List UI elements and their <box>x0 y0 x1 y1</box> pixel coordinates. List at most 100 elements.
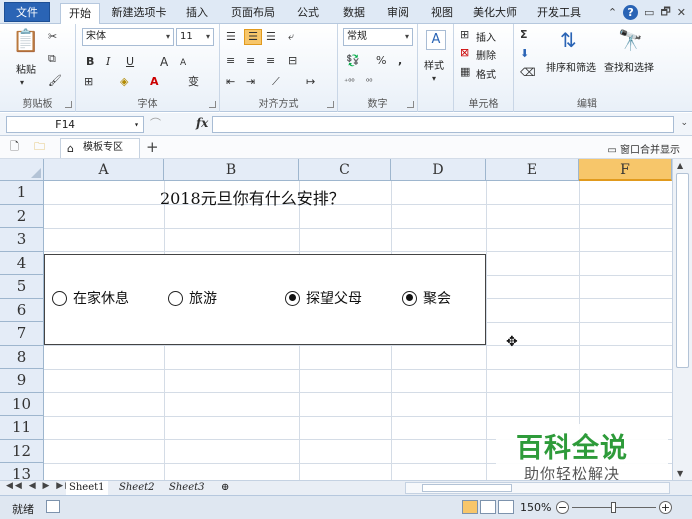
align-middle-icon[interactable]: ☰ <box>244 29 262 45</box>
paste-button[interactable]: 粘贴 <box>16 61 36 76</box>
radio-option-stay-home[interactable]: 在家休息 <box>52 288 129 308</box>
shrink-font-button[interactable]: A <box>180 56 186 70</box>
folder-icon[interactable]: 🗀 <box>34 140 45 154</box>
fill-icon[interactable]: ⬇ <box>520 47 529 61</box>
align-bottom-icon[interactable]: ☰ <box>266 30 276 44</box>
align-center-icon[interactable]: ≡ <box>246 54 255 68</box>
paste-icon[interactable]: 📋 <box>12 28 39 56</box>
insert-cells-icon[interactable]: ⊞ <box>460 28 469 42</box>
tab-file[interactable]: 文件 <box>4 2 50 22</box>
align-right-icon[interactable]: ≡ <box>266 54 275 68</box>
autosum-button[interactable]: Σ <box>520 28 528 42</box>
radio-option-visit-parents[interactable]: 探望父母 <box>285 288 362 308</box>
sheet-tab-3[interactable]: Sheet3 <box>166 481 208 495</box>
page-break-view-button[interactable] <box>498 500 514 514</box>
new-doc-icon[interactable]: 🗋 <box>10 140 19 154</box>
macro-record-icon[interactable] <box>46 500 60 513</box>
percent-button[interactable]: % <box>376 54 386 68</box>
vertical-scroll-thumb[interactable] <box>676 173 689 368</box>
page-layout-view-button[interactable] <box>480 500 496 514</box>
zoom-knob[interactable] <box>611 502 616 513</box>
bold-button[interactable]: B <box>86 55 94 69</box>
align-left-icon[interactable]: ≡ <box>226 54 235 68</box>
vertical-scrollbar[interactable]: ▲ ▼ <box>672 159 692 480</box>
close-icon[interactable]: ✕ <box>677 6 686 19</box>
tab-new[interactable]: 新建选项卡 <box>106 3 172 24</box>
sort-filter-icon[interactable]: ⇅ <box>560 28 577 52</box>
currency-icon[interactable]: 💱 <box>346 54 360 68</box>
minimize-icon[interactable]: ▭ <box>644 6 654 19</box>
sort-filter-button[interactable]: 排序和筛选 <box>546 59 596 74</box>
column-header-d[interactable]: D <box>391 159 486 181</box>
tab-formulas[interactable]: 公式 <box>292 3 324 24</box>
row-header[interactable]: 3 <box>0 228 44 252</box>
font-size-select[interactable]: 11 ▾ <box>176 28 214 46</box>
increase-indent-icon[interactable]: ⇥ <box>246 75 255 89</box>
column-header-e[interactable]: E <box>486 159 579 181</box>
row-header[interactable]: 11 <box>0 416 44 440</box>
column-header-a[interactable]: A <box>44 159 164 181</box>
row-header[interactable]: 4 <box>0 251 44 275</box>
row-header[interactable]: 7 <box>0 322 44 346</box>
radio-option-party[interactable]: 聚会 <box>402 288 451 308</box>
copy-icon[interactable]: ⧉ <box>48 52 56 66</box>
column-header-f[interactable]: F <box>579 159 672 181</box>
comma-button[interactable]: , <box>398 54 402 68</box>
row-header[interactable]: 10 <box>0 392 44 416</box>
worksheet-grid[interactable]: A B C D E F 1 2 3 4 5 6 7 8 9 10 11 12 1… <box>0 159 672 480</box>
chevron-down-icon[interactable]: ▾ <box>432 72 436 86</box>
scroll-up-icon[interactable]: ▲ <box>677 161 683 170</box>
tab-home[interactable]: 开始 <box>60 3 100 24</box>
text-direction-icon[interactable]: ↦ <box>306 75 315 89</box>
formula-input[interactable] <box>212 116 674 133</box>
row-header[interactable]: 6 <box>0 298 44 322</box>
decrease-indent-icon[interactable]: ⇤ <box>226 75 235 89</box>
italic-button[interactable]: I <box>106 55 110 69</box>
fill-color-icon[interactable]: ◈ <box>120 75 128 89</box>
styles-button[interactable]: 样式 <box>424 57 444 72</box>
radio-option-travel[interactable]: 旅游 <box>168 288 217 308</box>
row-header[interactable]: 12 <box>0 439 44 463</box>
font-name-select[interactable]: 宋体 ▾ <box>82 28 174 46</box>
add-tab-button[interactable]: + <box>146 138 159 156</box>
delete-cells-button[interactable]: 删除 <box>476 47 496 62</box>
tab-data[interactable]: 数据 <box>338 3 370 24</box>
insert-cells-button[interactable]: 插入 <box>476 29 496 44</box>
find-select-icon[interactable]: 🔭 <box>618 28 643 52</box>
decrease-decimal-icon[interactable]: ⁰⁰ <box>366 75 372 89</box>
tab-review[interactable]: 审阅 <box>382 3 414 24</box>
orientation-icon[interactable]: ⟋ <box>272 75 280 89</box>
collapse-ribbon-icon[interactable]: ⌃ <box>608 6 617 19</box>
format-cells-icon[interactable]: ▦ <box>460 65 470 79</box>
row-header[interactable]: 5 <box>0 275 44 299</box>
increase-decimal-icon[interactable]: ⁺⁰⁰ <box>344 75 355 89</box>
font-color-icon[interactable]: A <box>150 75 159 89</box>
format-cells-button[interactable]: 格式 <box>476 66 496 81</box>
clipboard-launcher-icon[interactable] <box>65 101 72 108</box>
row-header[interactable]: 1 <box>0 181 44 205</box>
grow-font-button[interactable]: A <box>160 55 168 69</box>
insert-function-button[interactable]: fx <box>196 116 208 130</box>
help-icon[interactable]: ? <box>623 4 639 20</box>
tab-developer[interactable]: 开发工具 <box>532 3 586 24</box>
restore-icon[interactable]: 🗗 <box>660 3 670 22</box>
wrap-text-icon[interactable]: ⤶ <box>288 30 294 44</box>
sheet-nav-icons[interactable]: ◀◀ ◀ ▶ ▶▶ <box>6 481 74 491</box>
tab-page-layout[interactable]: 页面布局 <box>226 3 280 24</box>
zoom-in-icon[interactable]: + <box>659 501 672 514</box>
merge-window-button[interactable]: ▭ 窗口合并显示 <box>607 141 680 156</box>
tab-beautify[interactable]: 美化大师 <box>470 3 520 24</box>
alignment-launcher-icon[interactable] <box>327 101 334 108</box>
format-painter-icon[interactable]: 🖌 <box>48 74 62 88</box>
horizontal-scroll-thumb[interactable] <box>422 484 512 492</box>
align-top-icon[interactable]: ☰ <box>226 30 236 44</box>
cancel-entry-icon[interactable]: ⌒ <box>150 117 161 131</box>
borders-icon[interactable]: ⊞ <box>84 75 93 89</box>
normal-view-button[interactable] <box>462 500 478 514</box>
zoom-level[interactable]: 150% <box>520 501 551 514</box>
row-header[interactable]: 13 <box>0 463 44 480</box>
tab-insert[interactable]: 插入 <box>180 3 214 24</box>
tab-view[interactable]: 视图 <box>426 3 458 24</box>
zoom-out-icon[interactable]: − <box>556 501 569 514</box>
paste-dropdown-icon[interactable]: ▾ <box>20 76 24 90</box>
